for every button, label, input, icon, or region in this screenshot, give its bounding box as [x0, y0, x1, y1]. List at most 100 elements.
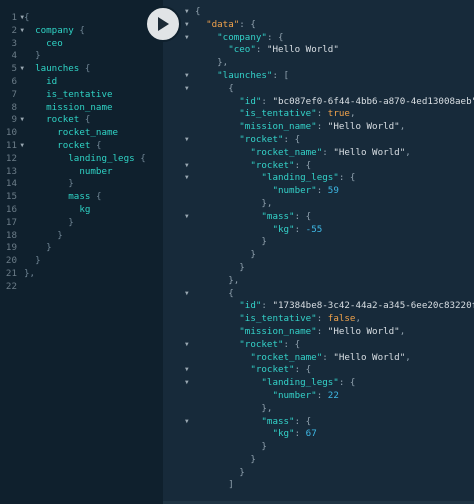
query-line[interactable]: launches {	[24, 63, 163, 76]
code-token: "landing_legs"	[261, 377, 339, 389]
fold-caret-icon[interactable]: ▼	[185, 32, 189, 45]
result-line: ▼ "rocket": {	[163, 364, 474, 377]
play-icon	[158, 17, 169, 31]
query-line[interactable]: }	[24, 255, 163, 268]
query-line[interactable]: rocket_name	[24, 127, 163, 140]
fold-caret-icon[interactable]: ▼	[185, 83, 189, 96]
result-viewer[interactable]: ▼{▼ "data": {▼ "company": { "ceo": "Hell…	[163, 0, 474, 504]
query-line[interactable]: }	[24, 178, 163, 191]
fold-caret-icon[interactable]: ▼	[185, 211, 189, 224]
gutter-line: 18	[0, 230, 24, 243]
fold-caret-icon[interactable]: ▼	[185, 288, 189, 301]
result-line: }	[163, 249, 474, 262]
code-token: ,	[399, 325, 406, 337]
fold-caret-icon[interactable]: ▼	[20, 63, 24, 76]
result-line: "kg": -55	[163, 224, 474, 237]
result-line: ▼{	[163, 6, 474, 19]
query-line[interactable]: ceo	[24, 38, 163, 51]
query-line[interactable]	[24, 281, 163, 294]
code-token: }	[57, 229, 63, 241]
result-line-text: }	[195, 467, 245, 480]
code-token: "rocket_name"	[250, 146, 323, 158]
code-token: :	[316, 121, 328, 133]
query-line[interactable]: }	[24, 242, 163, 255]
query-line[interactable]: }	[24, 217, 163, 230]
code-token: }	[261, 441, 267, 453]
fold-caret-icon[interactable]: ▼	[20, 12, 24, 25]
fold-caret-icon[interactable]: ▼	[185, 172, 189, 185]
fold-caret-icon[interactable]: ▼	[185, 134, 189, 147]
query-line[interactable]: mission_name	[24, 102, 163, 115]
line-number: 12	[5, 152, 17, 164]
query-line[interactable]: id	[24, 76, 163, 89]
gutter-line: 7	[0, 89, 24, 102]
code-token: "mission_name"	[239, 121, 317, 133]
code-token: :	[294, 223, 306, 235]
query-line[interactable]: company {	[24, 25, 163, 38]
fold-caret-icon[interactable]: ▼	[185, 416, 189, 429]
code-token: rocket	[57, 139, 91, 151]
fold-caret-icon[interactable]: ▼	[185, 19, 189, 32]
line-number: 1	[11, 12, 17, 23]
code-token: "is_tentative"	[239, 313, 317, 325]
fold-caret-icon[interactable]: ▼	[185, 364, 189, 377]
fold-caret-icon[interactable]: ▼	[185, 6, 189, 19]
run-query-button[interactable]	[145, 6, 181, 42]
gutter-line: 1 ▼	[0, 12, 24, 25]
query-code[interactable]: { company { ceo } launches { id is_tenta…	[24, 0, 163, 504]
query-line[interactable]: number	[24, 166, 163, 179]
code-token: launches	[35, 63, 80, 75]
result-line: ▼ "mass": {	[163, 416, 474, 429]
result-line: "ceo": "Hello World"	[163, 44, 474, 57]
code-token: mass	[68, 191, 91, 203]
fold-caret-icon[interactable]: ▼	[185, 339, 189, 352]
code-token: "number"	[272, 185, 317, 197]
result-line-text: }	[195, 236, 267, 249]
fold-caret-icon[interactable]: ▼	[185, 160, 189, 173]
result-line: ▼ {	[163, 288, 474, 301]
query-line[interactable]: is_tentative	[24, 89, 163, 102]
result-line-text: ]	[195, 479, 234, 492]
fold-caret-icon[interactable]: ▼	[20, 25, 24, 38]
query-line[interactable]: kg	[24, 204, 163, 217]
query-line[interactable]: rocket {	[24, 140, 163, 153]
query-line[interactable]: }	[24, 50, 163, 63]
code-token: "mass"	[261, 210, 295, 222]
code-token: :	[294, 428, 306, 440]
query-line[interactable]: mass {	[24, 191, 163, 204]
result-line: ]	[163, 479, 474, 492]
result-line: },	[163, 57, 474, 70]
result-line-text: },	[195, 403, 272, 416]
result-line-text: "rocket": {	[195, 364, 311, 377]
result-line-text: "data": {	[195, 19, 256, 32]
query-line[interactable]: {	[24, 12, 163, 25]
query-line[interactable]: },	[24, 268, 163, 281]
gutter-line: 10	[0, 127, 24, 140]
result-line-text: "mass": {	[195, 416, 311, 429]
query-line[interactable]: landing_legs {	[24, 153, 163, 166]
graphql-playground: 1 ▼ 2 ▼ 3 4 5 ▼ 6 7 8 9 ▼ 10 11 ▼ 12 13 14 15 16 17 18 19 20 21 22…	[0, 0, 474, 504]
result-line-text: "rocket": {	[195, 134, 300, 147]
line-number: 3	[11, 37, 17, 49]
code-token: }	[261, 236, 267, 248]
code-token: },	[261, 197, 273, 209]
fold-caret-icon[interactable]: ▼	[185, 377, 189, 390]
code-token: }	[239, 261, 245, 273]
fold-caret-icon[interactable]: ▼	[20, 114, 24, 127]
gutter-line: 5 ▼	[0, 63, 24, 76]
query-line[interactable]: rocket {	[24, 114, 163, 127]
query-editor[interactable]: 1 ▼ 2 ▼ 3 4 5 ▼ 6 7 8 9 ▼ 10 11 ▼ 12 13 14 15 16 17 18 19 20 21 22…	[0, 0, 163, 504]
fold-caret-icon[interactable]: ▼	[20, 140, 24, 153]
code-token: "rocket"	[250, 364, 295, 376]
result-line: }	[163, 441, 474, 454]
query-line[interactable]: }	[24, 230, 163, 243]
fold-caret-icon[interactable]: ▼	[185, 70, 189, 83]
